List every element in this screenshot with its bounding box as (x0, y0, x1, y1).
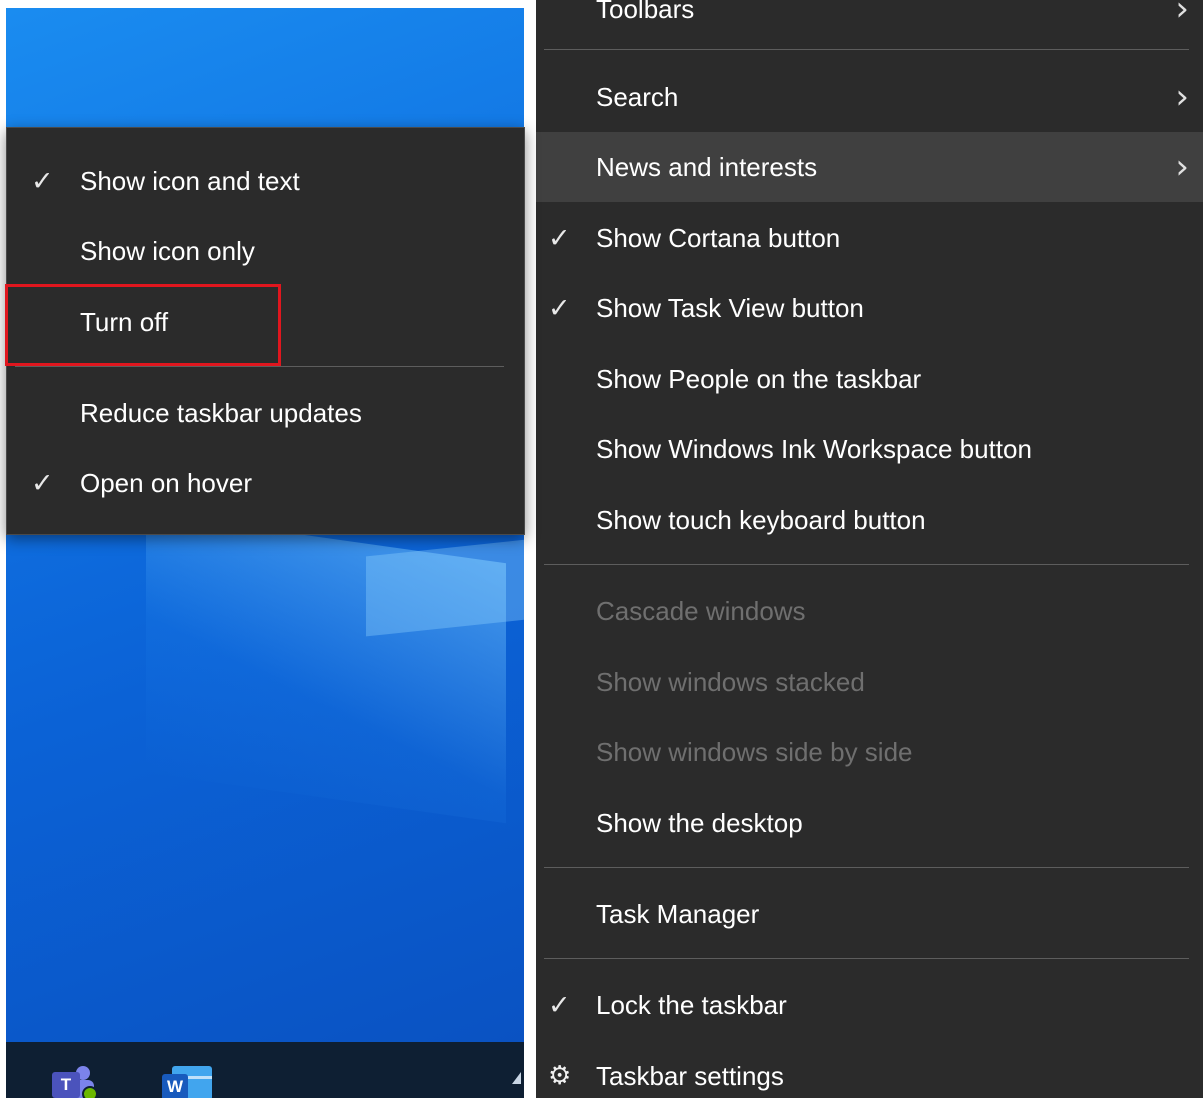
taskbar[interactable]: T W (6, 1042, 524, 1098)
teams-tile-letter: T (52, 1072, 80, 1098)
menu-item-search[interactable]: Search › (536, 62, 1203, 132)
menu-item-label: Show windows side by side (596, 737, 913, 767)
menu-item-label: Show People on the taskbar (596, 364, 922, 394)
chevron-right-icon: › (1175, 0, 1189, 29)
menu-item-label: Cascade windows (596, 596, 806, 626)
checkmark-icon: ✓ (31, 468, 54, 498)
chevron-right-icon: › (1175, 147, 1189, 187)
menu-item-label: Show icon and text (80, 166, 300, 196)
menu-item-show-windows-side-by-side: Show windows side by side (536, 717, 1203, 787)
menu-item-show-task-view-button[interactable]: ✓ Show Task View button (536, 273, 1203, 343)
word-tile-letter: W (162, 1074, 188, 1098)
menu-item-show-people[interactable]: Show People on the taskbar (536, 344, 1203, 414)
menu-item-show-touch-keyboard-button[interactable]: Show touch keyboard button (536, 485, 1203, 555)
system-tray-icon[interactable] (512, 1072, 521, 1084)
menu-separator (544, 958, 1189, 959)
menu-item-label: Reduce taskbar updates (80, 398, 362, 428)
teams-icon[interactable]: T (50, 1056, 98, 1098)
menu-item-label: Task Manager (596, 899, 760, 929)
menu-item-label: Show Cortana button (596, 223, 841, 253)
checkmark-icon: ✓ (548, 990, 571, 1020)
menu-item-label: Show the desktop (596, 808, 803, 838)
menu-item-show-the-desktop[interactable]: Show the desktop (536, 788, 1203, 858)
menu-item-label: Taskbar settings (596, 1061, 784, 1091)
menu-item-label: Show touch keyboard button (596, 505, 926, 535)
menu-item-label: Search (596, 82, 679, 112)
submenu-item-reduce-taskbar-updates[interactable]: Reduce taskbar updates (7, 378, 524, 448)
submenu-item-show-icon-only[interactable]: Show icon only (7, 216, 524, 286)
menu-separator (544, 49, 1189, 50)
menu-item-show-ink-workspace-button[interactable]: Show Windows Ink Workspace button (536, 414, 1203, 484)
menu-item-news-and-interests[interactable]: News and interests › (536, 132, 1203, 202)
menu-item-label: Open on hover (80, 468, 253, 498)
menu-item-label: Lock the taskbar (596, 990, 787, 1020)
menu-separator (544, 564, 1189, 565)
menu-item-label: News and interests (596, 152, 818, 182)
menu-item-label: Show Windows Ink Workspace button (596, 434, 1032, 464)
submenu-item-turn-off[interactable]: Turn off (7, 287, 524, 357)
submenu-item-open-on-hover[interactable]: ✓ Open on hover (7, 448, 524, 518)
news-and-interests-submenu: ✓ Show icon and text Show icon only Turn… (6, 127, 525, 535)
presence-status-icon (82, 1086, 98, 1098)
screenshot-stage: T W Toolbars › Search › News and interes… (0, 0, 1203, 1098)
checkmark-icon: ✓ (548, 223, 571, 253)
wallpaper-light-pane (366, 539, 524, 637)
menu-item-task-manager[interactable]: Task Manager (536, 879, 1203, 949)
checkmark-icon: ✓ (548, 293, 571, 323)
taskbar-context-menu: Toolbars › Search › News and interests ›… (536, 0, 1203, 1098)
menu-item-label: Toolbars (596, 0, 695, 24)
menu-item-label: Show Task View button (596, 293, 864, 323)
menu-item-lock-the-taskbar[interactable]: ✓ Lock the taskbar (536, 970, 1203, 1040)
menu-item-toolbars[interactable]: Toolbars › (536, 0, 1203, 44)
chevron-right-icon: › (1175, 77, 1189, 117)
menu-item-label: Show windows stacked (596, 667, 865, 697)
menu-item-taskbar-settings[interactable]: ⚙ Taskbar settings (536, 1041, 1203, 1098)
menu-item-show-windows-stacked: Show windows stacked (536, 647, 1203, 717)
menu-item-show-cortana-button[interactable]: ✓ Show Cortana button (536, 203, 1203, 273)
menu-separator (544, 867, 1189, 868)
menu-item-cascade-windows: Cascade windows (536, 576, 1203, 646)
checkmark-icon: ✓ (31, 166, 54, 196)
menu-item-label: Turn off (80, 307, 169, 337)
menu-separator (15, 366, 504, 367)
word-icon[interactable]: W (160, 1056, 212, 1098)
submenu-item-show-icon-and-text[interactable]: ✓ Show icon and text (7, 146, 524, 216)
menu-item-label: Show icon only (80, 236, 255, 266)
gear-icon: ⚙ (548, 1061, 572, 1091)
